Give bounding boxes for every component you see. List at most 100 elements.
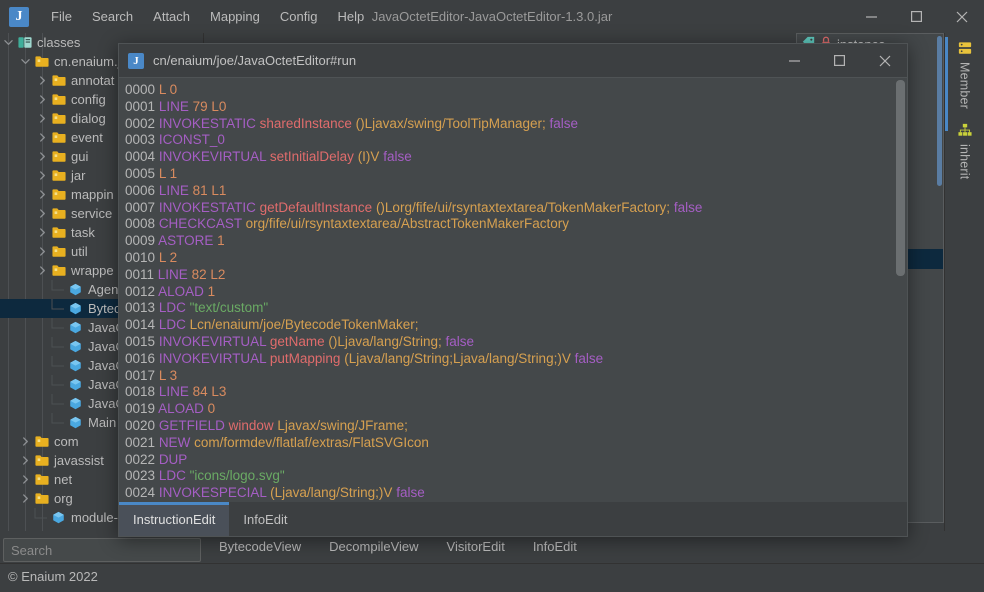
dialog-minimize-button[interactable] <box>772 44 817 77</box>
instruction-row[interactable]: 0011 LINE 82 L2 <box>125 267 907 284</box>
instruction-token-op: ICONST_0 <box>159 132 225 147</box>
instruction-row[interactable]: 0022 DUP <box>125 452 907 469</box>
instruction-row[interactable]: 0005 L 1 <box>125 166 907 183</box>
instruction-row[interactable]: 0008 CHECKCAST org/fife/ui/rsyntaxtextar… <box>125 216 907 233</box>
tree-item-label: Main <box>84 415 116 430</box>
instruction-token-bool: false <box>674 200 703 215</box>
instruction-list-scrollbar-thumb[interactable] <box>896 80 905 276</box>
application-window: J FileSearchAttachMappingConfigHelp Java… <box>0 0 984 592</box>
instruction-index: 0019 <box>125 401 155 416</box>
chevron-right-icon[interactable] <box>34 261 50 280</box>
dialog-tab-infoedit[interactable]: InfoEdit <box>229 502 301 536</box>
chevron-right-icon[interactable] <box>17 432 33 451</box>
instruction-token-name: getName <box>270 334 325 349</box>
chevron-right-icon[interactable] <box>0 527 16 531</box>
tree-item-label: annotat <box>67 73 114 88</box>
dialog-window-controls <box>772 44 907 77</box>
instruction-row[interactable]: 0001 LINE 79 L0 <box>125 99 907 116</box>
package-icon <box>50 112 67 125</box>
instruction-token-num: 0 <box>208 401 216 416</box>
instruction-row[interactable]: 0018 LINE 84 L3 <box>125 384 907 401</box>
instruction-row[interactable]: 0014 LDC Lcn/enaium/joe/BytecodeTokenMak… <box>125 317 907 334</box>
instruction-row[interactable]: 0015 INVOKEVIRTUAL getName ()Ljava/lang/… <box>125 334 907 351</box>
close-button[interactable] <box>939 0 984 33</box>
chevron-right-icon[interactable] <box>34 185 50 204</box>
tree-indent <box>0 280 51 299</box>
instruction-row[interactable]: 0024 INVOKESPECIAL (Ljava/lang/String;)V… <box>125 485 907 502</box>
search-input[interactable]: Search <box>3 538 201 562</box>
instruction-token-op: ALOAD <box>158 401 204 416</box>
instruction-row[interactable]: 0010 L 2 <box>125 250 907 267</box>
instruction-row[interactable]: 0004 INVOKEVIRTUAL setInitialDelay (I)V … <box>125 149 907 166</box>
menu-item-search[interactable]: Search <box>82 5 143 28</box>
dialog-close-button[interactable] <box>862 44 907 77</box>
chevron-right-icon[interactable] <box>34 242 50 261</box>
instruction-list-scrollbar[interactable] <box>894 78 907 502</box>
chevron-right-icon[interactable] <box>34 223 50 242</box>
menu-item-file[interactable]: File <box>41 5 82 28</box>
instruction-row[interactable]: 0009 ASTORE 1 <box>125 233 907 250</box>
chevron-right-icon[interactable] <box>34 128 50 147</box>
chevron-down-icon[interactable] <box>17 52 33 71</box>
instruction-list[interactable]: 0000 L 00001 LINE 79 L00002 INVOKESTATIC… <box>119 77 907 502</box>
chevron-right-icon[interactable] <box>34 204 50 223</box>
instruction-row[interactable]: 0007 INVOKESTATIC getDefaultInstance ()L… <box>125 200 907 217</box>
chevron-right-icon[interactable] <box>34 90 50 109</box>
chevron-right-icon[interactable] <box>34 166 50 185</box>
instance-panel-scrollbar[interactable] <box>936 34 943 522</box>
dialog-maximize-button[interactable] <box>817 44 862 77</box>
package-icon <box>33 55 50 68</box>
dialog-tab-instructionedit[interactable]: InstructionEdit <box>119 502 229 536</box>
tree-leaf-connector-icon <box>51 318 67 337</box>
instruction-index: 0011 <box>125 267 154 282</box>
instruction-row[interactable]: 0006 LINE 81 L1 <box>125 183 907 200</box>
chevron-right-icon[interactable] <box>17 489 33 508</box>
instruction-row[interactable]: 0002 INVOKESTATIC sharedInstance ()Ljava… <box>125 116 907 133</box>
tree-item-label: javassist <box>50 453 104 468</box>
menu-item-mapping[interactable]: Mapping <box>200 5 270 28</box>
chevron-right-icon[interactable] <box>17 451 33 470</box>
tree-leaf-connector-icon <box>51 337 67 356</box>
instance-panel-scrollbar-thumb[interactable] <box>937 36 942 186</box>
menu-item-config[interactable]: Config <box>270 5 328 28</box>
search-bar: Search <box>0 538 204 564</box>
instruction-token-desc: org/fife/ui/rsyntaxtextarea/AbstractToke… <box>246 216 569 231</box>
chevron-right-icon[interactable] <box>34 71 50 90</box>
tree-indent <box>0 52 17 71</box>
instruction-token-op: LINE <box>159 99 189 114</box>
instruction-row[interactable]: 0003 ICONST_0 <box>125 132 907 149</box>
instruction-row[interactable]: 0020 GETFIELD window Ljavax/swing/JFrame… <box>125 418 907 435</box>
instruction-token-lbl: L 0 <box>159 82 177 97</box>
instruction-row[interactable]: 0016 INVOKEVIRTUAL putMapping (Ljava/lan… <box>125 351 907 368</box>
instruction-row[interactable]: 0012 ALOAD 1 <box>125 284 907 301</box>
instruction-token-desc: com/formdev/flatlaf/extras/FlatSVGIcon <box>194 435 429 450</box>
instruction-index: 0015 <box>125 334 155 349</box>
tree-indent <box>0 147 34 166</box>
instruction-token-desc: ()Lorg/fife/ui/rsyntaxtextarea/TokenMake… <box>376 200 670 215</box>
instruction-token-op: DUP <box>159 452 188 467</box>
instruction-row[interactable]: 0021 NEW com/formdev/flatlaf/extras/Flat… <box>125 435 907 452</box>
chevron-right-icon[interactable] <box>17 470 33 489</box>
menu-item-help[interactable]: Help <box>327 5 374 28</box>
tree-indent <box>0 71 34 90</box>
instruction-row[interactable]: 0013 LDC "text/custom" <box>125 300 907 317</box>
instruction-row[interactable]: 0017 L 3 <box>125 368 907 385</box>
toolstrip-tab-inherit[interactable]: inherit <box>945 109 984 179</box>
instruction-index: 0006 <box>125 183 155 198</box>
chevron-down-icon[interactable] <box>0 33 16 52</box>
maximize-button[interactable] <box>894 0 939 33</box>
instruction-row[interactable]: 0023 LDC "icons/logo.svg" <box>125 468 907 485</box>
toolstrip-tab-member[interactable]: Member <box>945 33 984 109</box>
instruction-token-op: LINE <box>158 267 188 282</box>
tree-item-label: mappin <box>67 187 114 202</box>
menu-item-attach[interactable]: Attach <box>143 5 200 28</box>
minimize-button[interactable] <box>849 0 894 33</box>
instruction-token-lbl: L1 <box>211 183 226 198</box>
instruction-row[interactable]: 0000 L 0 <box>125 82 907 99</box>
instruction-row[interactable]: 0019 ALOAD 0 <box>125 401 907 418</box>
chevron-right-icon[interactable] <box>34 147 50 166</box>
instruction-token-desc: (I)V <box>358 149 380 164</box>
tree-item-label: Agent <box>84 282 122 297</box>
chevron-right-icon[interactable] <box>34 109 50 128</box>
instruction-index: 0005 <box>125 166 155 181</box>
